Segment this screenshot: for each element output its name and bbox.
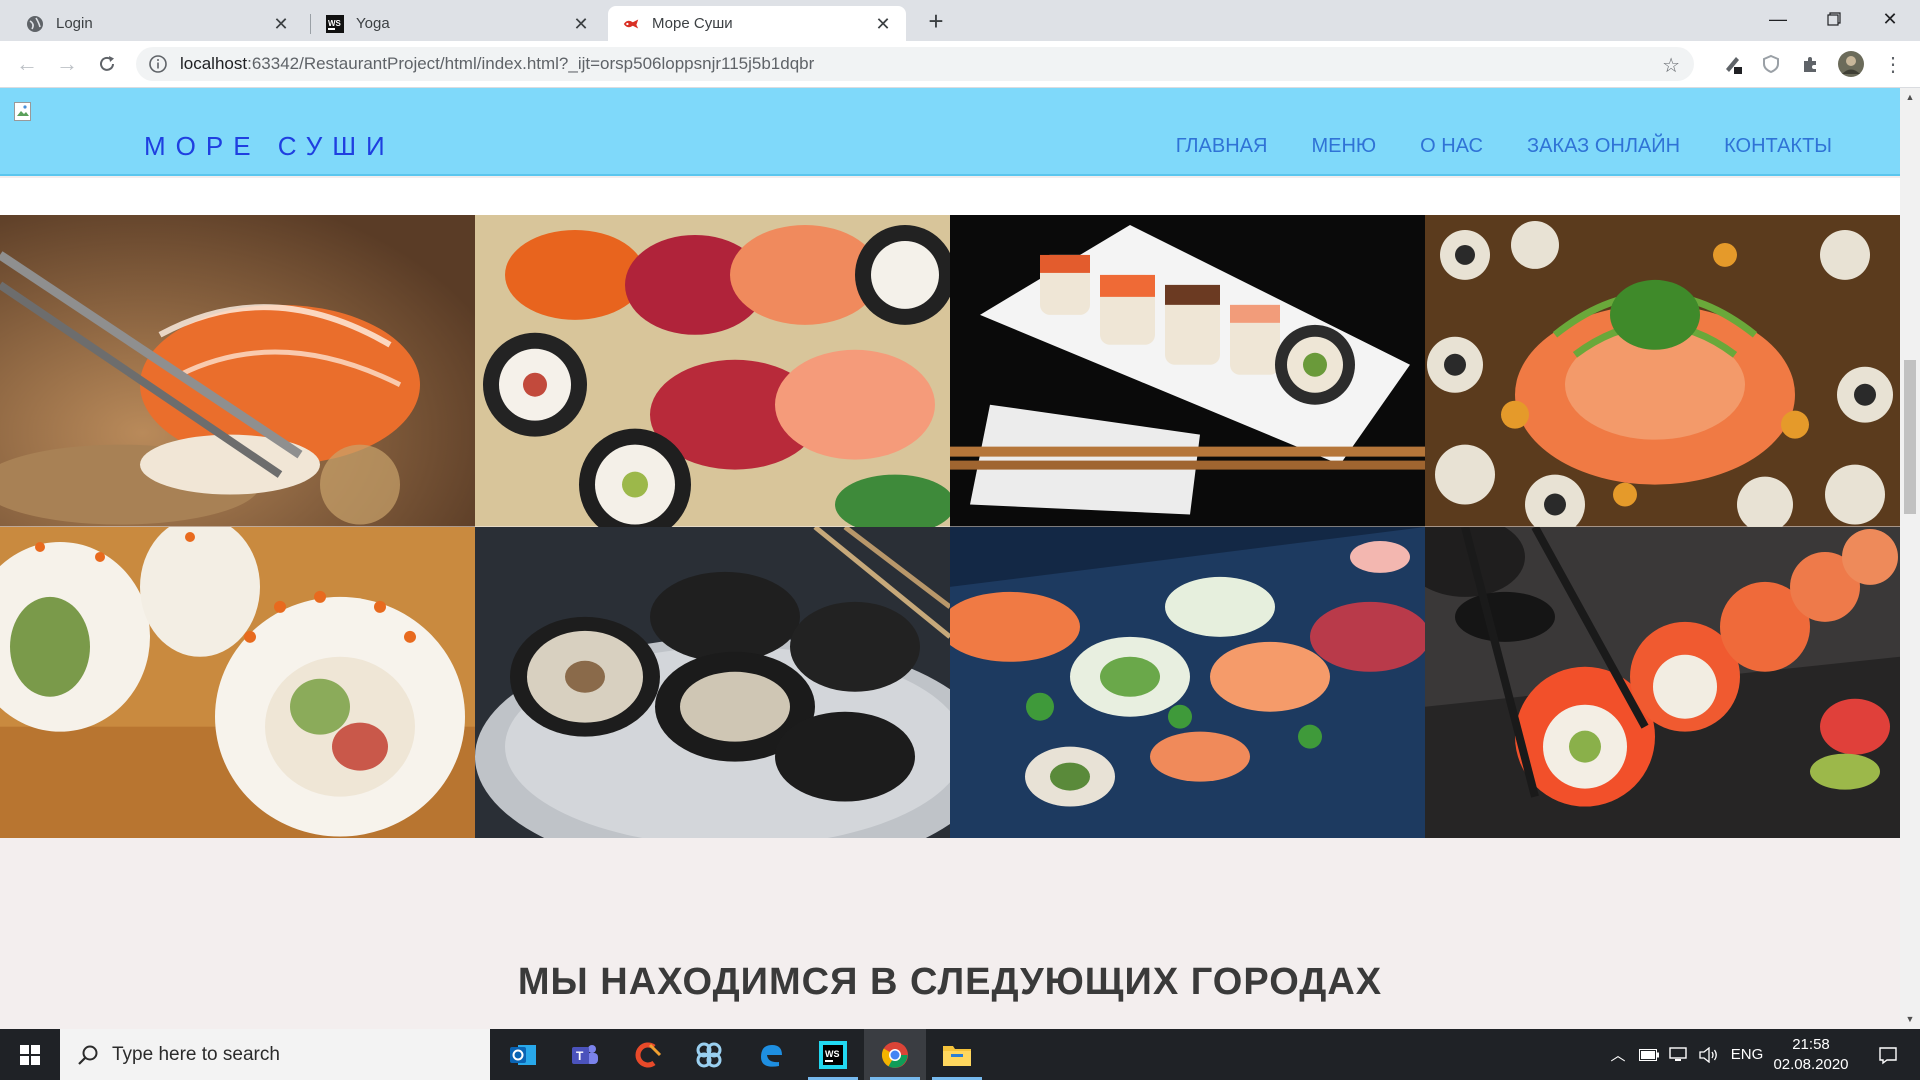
salmon-roll-chopsticks-photo — [1425, 526, 1900, 838]
taskbar-teams-icon[interactable]: T — [554, 1029, 616, 1080]
salmon-nigiri-chopsticks-photo — [0, 215, 475, 527]
cities-section-title: МЫ НАХОДИМСЯ В СЛЕДУЮЩИХ ГОРОДАХ — [517, 961, 1383, 1003]
scrollbar-thumb[interactable] — [1904, 360, 1916, 514]
globe-icon — [26, 15, 44, 33]
assorted-sushi-platter-photo — [475, 215, 950, 527]
browser-menu-icon[interactable]: ⋮ — [1880, 51, 1906, 77]
windows-taskbar: Type here to search T WS ︿ ENG 21:58 02.… — [0, 1029, 1920, 1080]
svg-text:T: T — [576, 1049, 584, 1063]
nav-link-menu[interactable]: МЕНЮ — [1311, 135, 1376, 158]
info-icon[interactable] — [148, 54, 168, 74]
language-indicator[interactable]: ENG — [1728, 1029, 1766, 1080]
action-center-notification-icon[interactable] — [1864, 1029, 1912, 1080]
nav-link-about[interactable]: О НАС — [1420, 135, 1483, 158]
nav-link-order-online[interactable]: ЗАКАЗ ОНЛАЙН — [1527, 135, 1680, 158]
webstorm-icon: WS — [326, 14, 344, 33]
close-window-button[interactable]: ✕ — [1862, 0, 1918, 38]
svg-text:WS: WS — [825, 1049, 840, 1059]
taskbar-clock[interactable]: 21:58 02.08.2020 — [1766, 1035, 1856, 1075]
reload-icon — [100, 56, 114, 71]
browser-toolbar: ← → localhost:63342/RestaurantProject/ht… — [0, 41, 1920, 88]
taskbar-webstorm-icon[interactable]: WS — [802, 1029, 864, 1080]
battery-icon[interactable] — [1634, 1029, 1664, 1080]
page-viewport: МОРЕ СУШИ ГЛАВНАЯ МЕНЮ О НАС ЗАКАЗ ОНЛАЙ… — [0, 88, 1900, 1029]
search-icon — [78, 1045, 98, 1065]
site-favicon-icon — [622, 15, 640, 33]
reload-button[interactable] — [92, 49, 122, 79]
main-navigation: ГЛАВНАЯ МЕНЮ О НАС ЗАКАЗ ОНЛАЙН КОНТАКТЫ — [1176, 135, 1832, 158]
site-header: МОРЕ СУШИ ГЛАВНАЯ МЕНЮ О НАС ЗАКАЗ ОНЛАЙ… — [0, 88, 1900, 176]
sushi-plate-black-background-photo — [950, 215, 1425, 527]
tab-title: Login — [56, 15, 93, 32]
scroll-up-arrow-icon[interactable]: ▲ — [1905, 92, 1915, 102]
tab-more-sushi[interactable]: Море Суши ✕ — [608, 6, 906, 41]
taskbar-ccleaner-icon[interactable] — [616, 1029, 678, 1080]
close-tab-icon[interactable]: ✕ — [572, 15, 590, 33]
taskbar-app-clover-icon[interactable] — [678, 1029, 740, 1080]
taskbar-search-box[interactable]: Type here to search — [60, 1029, 490, 1080]
url-text: localhost:63342/RestaurantProject/html/i… — [180, 54, 815, 73]
sushi-rolls-salmon-set-photo — [1425, 215, 1900, 527]
site-brand[interactable]: МОРЕ СУШИ — [144, 131, 395, 162]
forward-button[interactable]: → — [52, 49, 82, 79]
volume-icon[interactable] — [1694, 1029, 1724, 1080]
nav-link-contacts[interactable]: КОНТАКТЫ — [1724, 135, 1832, 158]
close-tab-icon[interactable]: ✕ — [272, 15, 290, 33]
minimize-button[interactable]: — — [1750, 0, 1806, 38]
nav-link-home[interactable]: ГЛАВНАЯ — [1176, 135, 1268, 158]
taskbar-file-explorer-icon[interactable] — [926, 1029, 988, 1080]
california-rolls-closeup-photo — [0, 526, 475, 838]
start-button[interactable] — [0, 1029, 60, 1080]
taskbar-edge-icon[interactable] — [740, 1029, 802, 1080]
clock-time: 21:58 — [1792, 1036, 1830, 1053]
extension-pen-icon[interactable] — [1720, 51, 1746, 77]
close-tab-icon[interactable]: ✕ — [874, 15, 892, 33]
restore-button[interactable] — [1806, 0, 1862, 38]
new-tab-button[interactable]: + — [922, 8, 950, 36]
scroll-down-arrow-icon[interactable]: ▼ — [1905, 1014, 1915, 1024]
search-placeholder: Type here to search — [112, 1043, 280, 1065]
taskbar-chrome-icon[interactable] — [864, 1029, 926, 1080]
clock-date: 02.08.2020 — [1773, 1056, 1849, 1073]
browser-tab-strip: Login ✕ WS Yoga ✕ Море Суши ✕ + — ✕ — [0, 0, 1920, 41]
tab-title: Море Суши — [652, 15, 733, 32]
back-button[interactable]: ← — [12, 49, 42, 79]
extensions-puzzle-icon[interactable] — [1798, 51, 1824, 77]
address-bar[interactable]: localhost:63342/RestaurantProject/html/i… — [136, 47, 1694, 81]
tab-title: Yoga — [356, 15, 390, 32]
svg-text:WS: WS — [328, 19, 342, 28]
show-hidden-icons-chevron-icon[interactable]: ︿ — [1604, 1029, 1632, 1080]
sushi-gallery — [0, 215, 1900, 838]
taskbar-outlook-icon[interactable] — [492, 1029, 554, 1080]
extension-shield-icon[interactable] — [1758, 51, 1784, 77]
tab-login[interactable]: Login ✕ — [12, 6, 304, 41]
tab-separator — [310, 14, 311, 34]
sushi-on-slate-photo — [950, 526, 1425, 838]
network-icon[interactable] — [1664, 1029, 1694, 1080]
profile-avatar[interactable] — [1838, 51, 1864, 77]
bookmark-star-icon[interactable]: ☆ — [1662, 53, 1680, 78]
dark-maki-rolls-plate-photo — [475, 526, 950, 838]
tab-yoga[interactable]: WS Yoga ✕ — [312, 6, 604, 41]
broken-logo-image-icon — [14, 102, 32, 122]
windows-logo-icon — [20, 1044, 40, 1065]
page-scrollbar[interactable]: ▲ ▼ — [1900, 88, 1920, 1029]
